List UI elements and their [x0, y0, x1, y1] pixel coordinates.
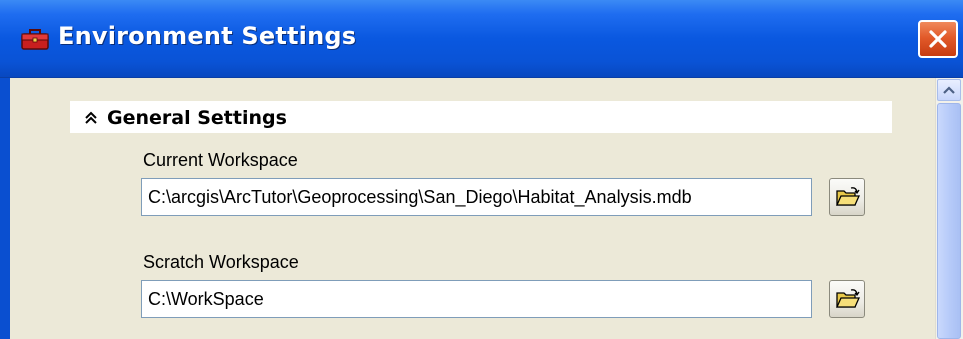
scratch-workspace-label: Scratch Workspace: [143, 252, 299, 272]
current-workspace-browse-button[interactable]: [829, 178, 865, 216]
section-title: General Settings: [107, 107, 287, 129]
toolbox-icon: [20, 26, 50, 52]
double-chevron-up-icon[interactable]: [83, 110, 99, 126]
window-border-left: [0, 78, 10, 339]
window-title: Environment Settings: [58, 22, 357, 50]
close-x-icon: [929, 30, 947, 48]
current-workspace-input[interactable]: C:\arcgis\ArcTutor\Geoprocessing\San_Die…: [141, 178, 812, 216]
open-folder-icon: [836, 289, 860, 308]
scrollbar-thumb[interactable]: [937, 103, 961, 339]
section-header-general-settings[interactable]: General Settings: [83, 104, 287, 132]
scroll-up-arrow-icon: [943, 86, 955, 94]
current-workspace-label: Current Workspace: [143, 150, 298, 170]
scratch-workspace-input[interactable]: C:\WorkSpace: [141, 280, 812, 318]
open-folder-icon: [836, 187, 860, 206]
scratch-workspace-browse-button[interactable]: [829, 280, 865, 318]
title-bar[interactable]: Environment Settings: [0, 0, 963, 78]
close-button[interactable]: [918, 20, 958, 58]
scroll-up-button[interactable]: [937, 79, 961, 101]
